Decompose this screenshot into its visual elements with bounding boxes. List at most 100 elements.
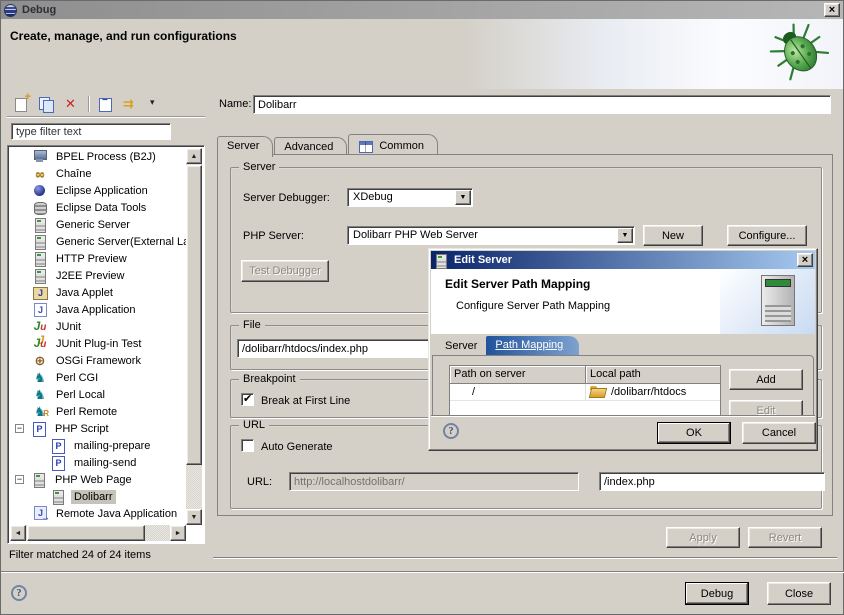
tree-item-j2ee-preview[interactable]: J2EE Preview <box>10 267 186 284</box>
type-filter-input[interactable] <box>11 123 171 140</box>
tree-item-java-applet[interactable]: Java Applet <box>10 284 186 301</box>
ok-button[interactable]: OK <box>657 422 731 444</box>
configuration-name-input[interactable] <box>253 95 831 114</box>
delete-configuration-icon[interactable] <box>63 96 80 112</box>
scroll-up-icon[interactable]: ▲ <box>186 148 202 164</box>
scroll-right-icon[interactable]: ► <box>170 525 186 541</box>
tree-item-junit[interactable]: JUnit <box>10 318 186 335</box>
dialog-help-icon[interactable]: ? <box>443 423 459 439</box>
tree-horizontal-scrollbar[interactable]: ◄ ► <box>10 525 186 541</box>
dialog-titlebar: Edit Server × <box>431 251 815 269</box>
url-label: URL: <box>247 476 272 488</box>
cancel-button[interactable]: Cancel <box>742 422 816 444</box>
folder-icon <box>590 386 606 398</box>
break-first-line-checkbox[interactable] <box>241 393 254 406</box>
dialog-subheading: Configure Server Path Mapping <box>456 300 610 312</box>
dialog-heading: Edit Server Path Mapping <box>445 277 590 291</box>
tree-item-php-script[interactable]: −PHP Script <box>10 420 186 437</box>
dialog-tab-path-mapping[interactable]: Path Mapping <box>486 336 579 355</box>
chevron-down-icon[interactable]: ▼ <box>455 190 471 205</box>
remote-java-icon <box>32 506 48 521</box>
auto-generate-label: Auto Generate <box>261 441 333 453</box>
window-titlebar: Debug × <box>1 1 843 19</box>
server-icon <box>433 253 449 268</box>
tree-vertical-scrollbar[interactable]: ▲ ▼ <box>186 148 202 525</box>
dialog-tab-server[interactable]: Server <box>436 337 486 355</box>
tree-rows: BPEL Process (B2J) Chaîne Eclipse Applic… <box>10 148 186 525</box>
url-group-label: URL <box>239 419 269 431</box>
server-group-label: Server <box>239 161 279 173</box>
close-button[interactable]: Close <box>767 582 831 605</box>
osgi-icon <box>32 353 48 368</box>
config-tabs: Server Advanced Common <box>217 134 439 155</box>
server-icon <box>31 472 47 487</box>
table-row[interactable]: / /dolibarr/htdocs <box>450 384 720 401</box>
dialog-header: Edit Server Path Mapping Configure Serve… <box>431 269 815 334</box>
toolbar-separator <box>88 96 89 112</box>
tree-item-http-preview[interactable]: HTTP Preview <box>10 250 186 267</box>
tab-common[interactable]: Common <box>348 134 438 156</box>
tree-item-dolibarr[interactable]: Dolibarr <box>10 488 186 505</box>
tree-item-mailing-send[interactable]: mailing-send <box>10 454 186 471</box>
tree-collapse-expander[interactable]: − <box>15 424 24 433</box>
tree-item-bpel-process[interactable]: BPEL Process (B2J) <box>10 148 186 165</box>
debug-button[interactable]: Debug <box>685 582 749 605</box>
filter-launch-icon[interactable] <box>122 96 139 112</box>
php-script-icon <box>50 455 66 470</box>
help-icon[interactable]: ? <box>11 585 27 601</box>
tree-item-mailing-prepare[interactable]: mailing-prepare <box>10 437 186 454</box>
vertical-scroll-thumb[interactable] <box>186 165 202 465</box>
configurations-sidebar: BPEL Process (B2J) Chaîne Eclipse Applic… <box>7 91 205 561</box>
tab-server[interactable]: Server <box>217 136 273 157</box>
tree-item-osgi-framework[interactable]: OSGi Framework <box>10 352 186 369</box>
horizontal-scroll-thumb[interactable] <box>27 525 145 541</box>
tree-collapse-expander[interactable]: − <box>15 475 24 484</box>
path-mapping-table: Path on server Local path / /dolibarr/ht… <box>449 365 721 417</box>
test-debugger-button[interactable]: Test Debugger <box>241 260 329 282</box>
tree-item-chaine[interactable]: Chaîne <box>10 165 186 182</box>
tree-item-perl-cgi[interactable]: Perl CGI <box>10 369 186 386</box>
scroll-left-icon[interactable]: ◄ <box>10 525 26 541</box>
auto-generate-checkbox[interactable] <box>241 439 254 452</box>
configure-server-button[interactable]: Configure... <box>727 225 807 246</box>
chain-icon <box>32 166 48 181</box>
tree-item-remote-java-application[interactable]: Remote Java Application <box>10 505 186 522</box>
php-server-select[interactable]: Dolibarr PHP Web Server ▼ <box>347 226 635 245</box>
server-icon <box>32 268 48 283</box>
tree-item-java-application[interactable]: Java Application <box>10 301 186 318</box>
chevron-down-icon[interactable]: ▼ <box>617 228 633 243</box>
apply-button[interactable]: Apply <box>666 527 740 548</box>
server-debugger-select[interactable]: XDebug ▼ <box>347 188 473 207</box>
banner-title: Create, manage, and run configurations <box>10 29 237 43</box>
filter-status-text: Filter matched 24 of 24 items <box>9 549 151 561</box>
perl-camel-icon <box>32 387 48 402</box>
tree-item-php-web-page[interactable]: −PHP Web Page <box>10 471 186 488</box>
dialog-footer: ? OK Cancel <box>431 415 815 448</box>
tree-item-eclipse-data-tools[interactable]: Eclipse Data Tools <box>10 199 186 216</box>
duplicate-configuration-icon[interactable] <box>38 96 55 112</box>
revert-button[interactable]: Revert <box>748 527 822 548</box>
local-path-cell: /dolibarr/htdocs <box>586 384 720 401</box>
new-configuration-icon[interactable] <box>13 96 30 112</box>
tree-item-junit-plugin-test[interactable]: JUnit Plug-in Test <box>10 335 186 352</box>
server-debugger-label: Server Debugger: <box>243 192 330 204</box>
dialog-close-icon[interactable]: × <box>797 253 813 267</box>
server-icon <box>32 217 48 232</box>
tree-item-perl-remote[interactable]: Perl Remote <box>10 403 186 420</box>
tree-item-perl-local[interactable]: Perl Local <box>10 386 186 403</box>
url-path-input[interactable] <box>599 472 825 491</box>
toolbar-menu-chevron-icon[interactable] <box>147 96 164 112</box>
add-mapping-button[interactable]: Add <box>729 369 803 390</box>
tree-item-generic-server[interactable]: Generic Server <box>10 216 186 233</box>
scroll-down-icon[interactable]: ▼ <box>186 509 202 525</box>
column-path-on-server[interactable]: Path on server <box>450 366 586 384</box>
window-close-button[interactable]: × <box>824 3 840 17</box>
tree-item-generic-server-external[interactable]: Generic Server(External La <box>10 233 186 250</box>
tree-item-eclipse-application[interactable]: Eclipse Application <box>10 182 186 199</box>
column-local-path[interactable]: Local path <box>586 366 720 384</box>
collapse-all-icon[interactable] <box>97 96 114 112</box>
new-server-button[interactable]: New <box>643 225 703 246</box>
sidebar-toolbar <box>7 91 205 117</box>
php-server-label: PHP Server: <box>243 230 304 242</box>
dialog-tabs: Server Path Mapping <box>432 334 814 355</box>
